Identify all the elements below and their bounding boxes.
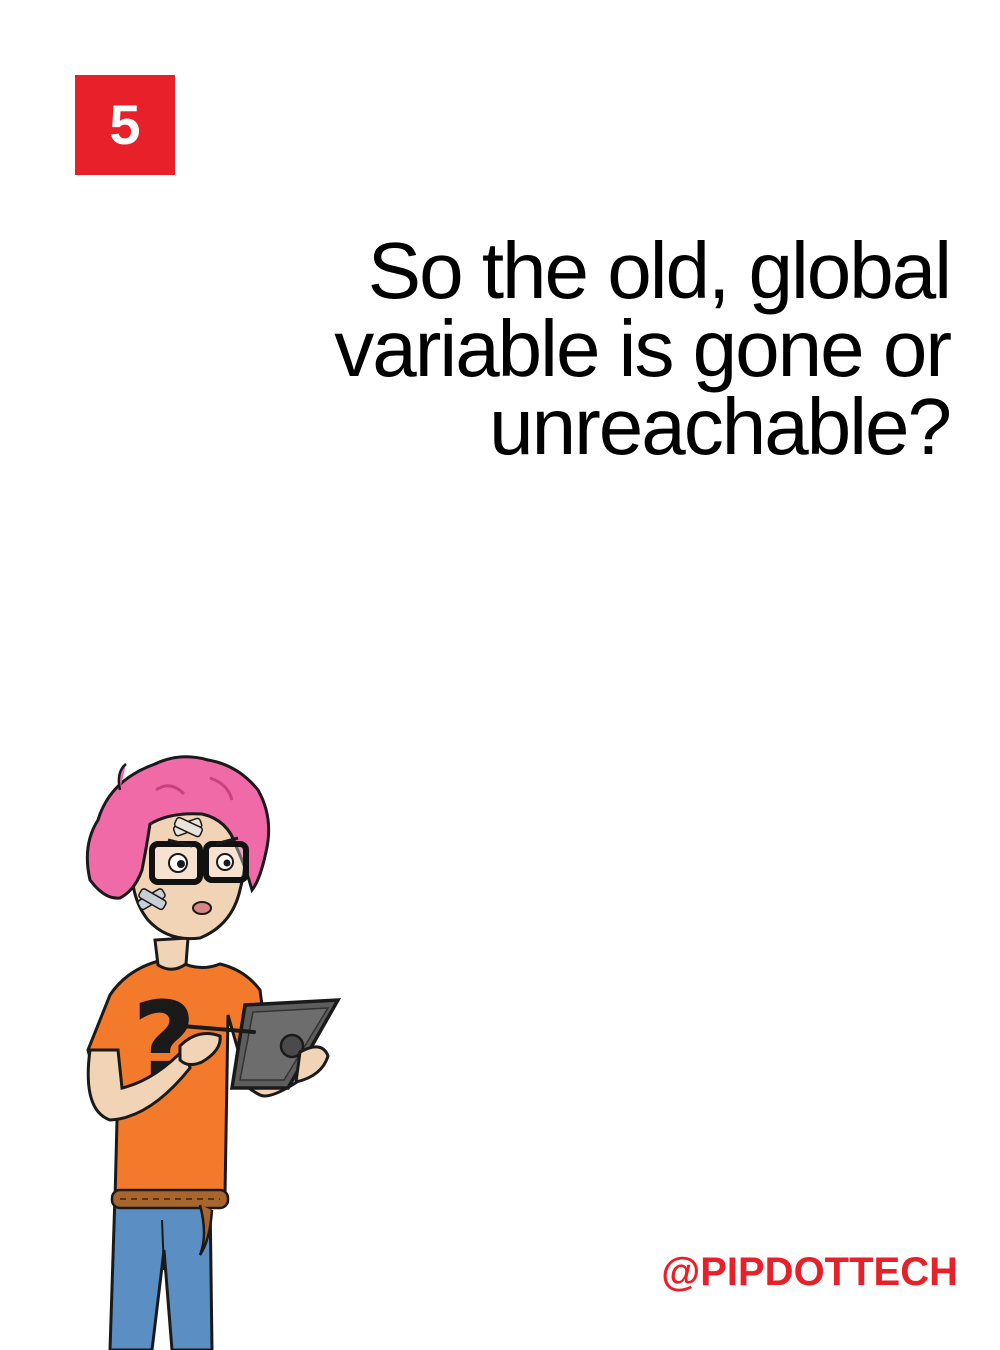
character-illustration: ? [85, 755, 342, 1350]
question-line: unreachable? [489, 382, 952, 471]
question-line: So the old, global [367, 226, 952, 315]
head [85, 755, 271, 941]
tablet [229, 998, 342, 1090]
question-text: So the old, global variable is gone or u… [190, 226, 952, 471]
jeans [108, 1193, 214, 1350]
social-handle: @PIPDOTTECH [661, 1250, 958, 1294]
page-number-badge: 5 [75, 75, 175, 175]
question-line: variable is gone or [334, 304, 952, 393]
page-number: 5 [109, 93, 141, 156]
